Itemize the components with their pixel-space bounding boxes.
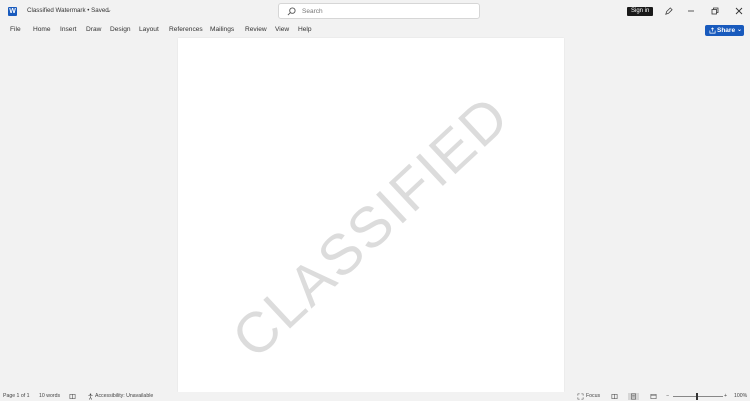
tab-file[interactable]: File: [10, 26, 21, 33]
tab-draw[interactable]: Draw: [86, 26, 101, 33]
restore-icon[interactable]: [709, 5, 721, 17]
book-icon[interactable]: [69, 393, 76, 400]
read-mode-icon[interactable]: [611, 393, 618, 400]
chevron-down-icon[interactable]: ⌄: [106, 6, 112, 14]
tab-view[interactable]: View: [275, 26, 289, 33]
tab-insert[interactable]: Insert: [60, 26, 77, 33]
share-label: Share: [717, 27, 736, 34]
tab-help[interactable]: Help: [298, 26, 312, 33]
pen-icon[interactable]: [662, 5, 674, 17]
sign-in-button[interactable]: Sign in: [627, 7, 654, 16]
watermark-text: CLASSIFIED: [220, 83, 522, 371]
tab-home[interactable]: Home: [33, 26, 51, 33]
status-bar: Page 1 of 1 10 words Accessibility: Unav…: [0, 392, 750, 401]
word-count[interactable]: 10 words: [39, 393, 60, 399]
focus-icon[interactable]: [577, 393, 584, 400]
share-button[interactable]: Share ⌄: [705, 25, 744, 36]
zoom-level[interactable]: 100%: [734, 393, 747, 399]
print-layout-icon[interactable]: [628, 393, 639, 400]
tab-mailings[interactable]: Mailings: [210, 26, 234, 33]
web-layout-icon[interactable]: [650, 393, 657, 400]
chevron-down-icon[interactable]: ⌄: [737, 25, 742, 36]
word-app-icon: W: [8, 7, 17, 16]
focus-label[interactable]: Focus: [586, 393, 600, 399]
accessibility-status[interactable]: Accessibility: Unavailable: [95, 393, 153, 399]
zoom-in-button[interactable]: +: [724, 393, 727, 399]
close-icon[interactable]: [733, 5, 745, 17]
accessibility-icon[interactable]: [87, 393, 94, 400]
search-placeholder: Search: [302, 8, 323, 15]
minimize-icon[interactable]: [685, 5, 697, 17]
document-page[interactable]: CLASSIFIED: [178, 38, 564, 392]
tab-review[interactable]: Review: [245, 26, 267, 33]
title-bar: W Classified Watermark • Saved ⌄ Search …: [0, 0, 750, 23]
tab-references[interactable]: References: [169, 26, 203, 33]
document-title[interactable]: Classified Watermark • Saved: [27, 7, 109, 14]
zoom-slider-track[interactable]: [673, 396, 723, 397]
search-icon: [287, 7, 296, 16]
zoom-slider-thumb[interactable]: [696, 393, 698, 400]
page-count[interactable]: Page 1 of 1: [3, 393, 30, 399]
search-box[interactable]: Search: [278, 3, 480, 19]
tab-design[interactable]: Design: [110, 26, 131, 33]
tab-layout[interactable]: Layout: [139, 26, 159, 33]
zoom-out-button[interactable]: −: [666, 393, 669, 399]
ribbon-tabs: File Home Insert Draw Design Layout Refe…: [0, 23, 750, 38]
share-icon: [709, 27, 716, 34]
